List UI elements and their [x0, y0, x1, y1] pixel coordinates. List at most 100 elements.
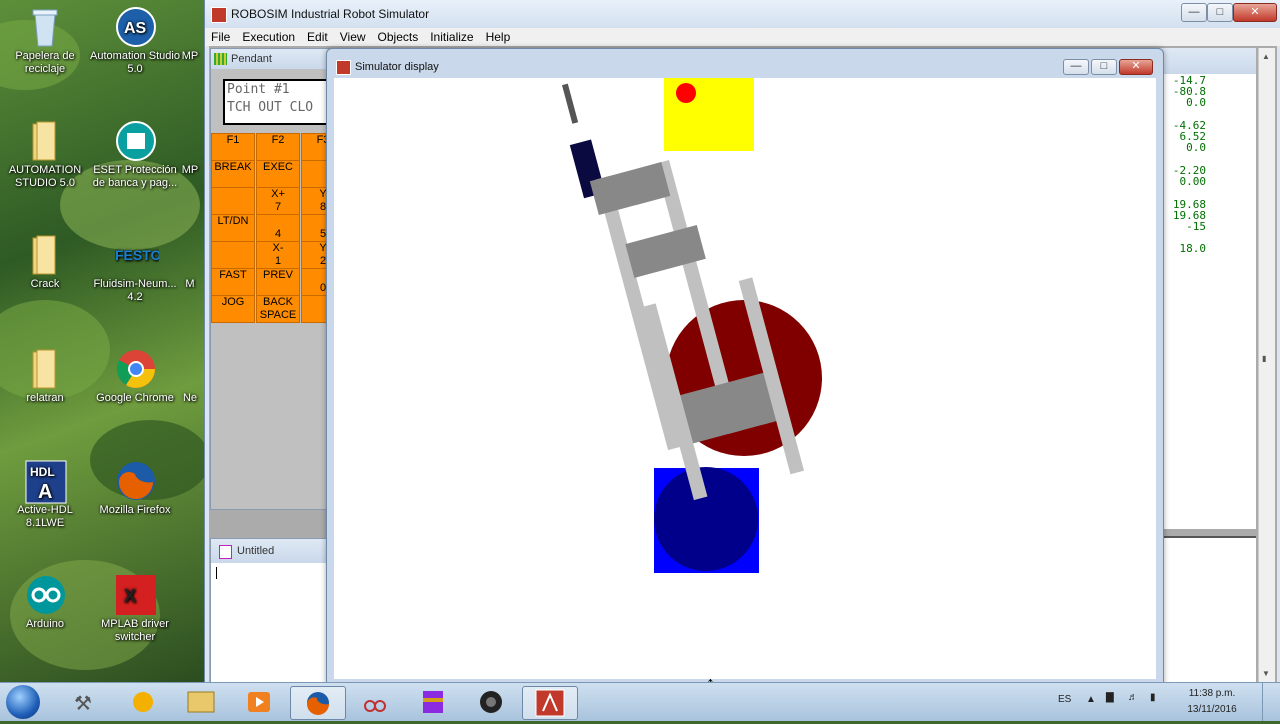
- menu-file[interactable]: File: [205, 28, 236, 44]
- key-4[interactable]: 4: [256, 214, 300, 242]
- clock-date[interactable]: 13/11/2016: [1178, 704, 1246, 715]
- key-f1[interactable]: F1: [211, 133, 255, 161]
- desktop-icon-fluidsim[interactable]: FESTO Fluidsim-Neum... 4.2: [90, 234, 180, 304]
- desktop-icon-arduino[interactable]: Arduino: [0, 574, 90, 631]
- minimize-button[interactable]: —: [1181, 3, 1207, 22]
- clock-time[interactable]: 11:38 p.m.: [1178, 688, 1246, 699]
- simulator-canvas[interactable]: [334, 78, 1156, 679]
- taskbar-item-media[interactable]: [232, 686, 286, 718]
- desktop-icon-relatran[interactable]: relatran: [0, 348, 90, 405]
- icon-label: Fluidsim-Neum... 4.2: [93, 278, 177, 303]
- untitled-text-area[interactable]: [211, 567, 329, 677]
- maximize-button[interactable]: □: [1207, 3, 1233, 22]
- desktop-icon-firefox[interactable]: Mozilla Firefox: [90, 460, 180, 517]
- folder-icon: [25, 348, 65, 389]
- mplab-icon: [180, 6, 200, 46]
- key-blank-3[interactable]: [211, 241, 255, 269]
- show-desktop-button[interactable]: [1262, 683, 1279, 721]
- desktop-icon-active-hdl[interactable]: HDL A Active-HDL 8.1LWE: [0, 460, 90, 530]
- recycle-bin-icon: [25, 6, 65, 47]
- untitled-title-bar[interactable]: Untitled: [211, 539, 329, 563]
- key-backspace[interactable]: BACK SPACE: [256, 295, 300, 323]
- sim-minimize-button[interactable]: —: [1063, 59, 1089, 75]
- taskbar-item-explorer[interactable]: [174, 686, 228, 718]
- simulator-title: Simulator display: [355, 61, 439, 73]
- key-f2[interactable]: F2: [256, 133, 300, 161]
- desktop-icon-recycle-bin[interactable]: Papelera de reciclaje: [0, 6, 90, 76]
- taskbar-item-app-orange[interactable]: [116, 686, 170, 718]
- taskbar-item-snipping[interactable]: [348, 686, 402, 718]
- icon-label: MP: [181, 164, 199, 176]
- key-x-minus-1[interactable]: X- 1: [256, 241, 300, 269]
- desktop-icon-mplab-driver[interactable]: X MPLAB driver switcher: [90, 574, 180, 644]
- key-prev[interactable]: PREV: [256, 268, 300, 296]
- icon-label: AUTOMATION STUDIO 5.0: [8, 164, 82, 189]
- pendant-title: Pendant: [231, 53, 272, 65]
- menu-view[interactable]: View: [334, 28, 372, 44]
- chrome-icon: [115, 348, 155, 388]
- pendant-title-bar[interactable]: Pendant: [211, 49, 329, 69]
- simulator-app-icon: [336, 60, 351, 75]
- language-indicator[interactable]: ES: [1058, 694, 1071, 705]
- desktop-icon-chrome[interactable]: Google Chrome: [90, 348, 180, 405]
- menu-execution[interactable]: Execution: [236, 28, 301, 44]
- menu-objects[interactable]: Objects: [372, 28, 425, 44]
- taskbar-item-firefox[interactable]: [290, 686, 346, 720]
- menu-edit[interactable]: Edit: [301, 28, 334, 44]
- hdl-icon: HDL A: [25, 460, 67, 504]
- key-jog[interactable]: JOG: [211, 295, 255, 323]
- readout-value: 0.0: [1186, 141, 1206, 154]
- key-exec[interactable]: EXEC: [256, 160, 300, 188]
- main-window-title: ROBOSIM Industrial Robot Simulator: [231, 7, 430, 21]
- key-blank-2[interactable]: [211, 187, 255, 215]
- taskbar-item-obs[interactable]: [464, 686, 518, 718]
- desktop-icon-ne[interactable]: Ne: [170, 348, 205, 405]
- key-x-plus-7[interactable]: X+ 7: [256, 187, 300, 215]
- robot-scene: [561, 78, 822, 573]
- desktop-icon-crack[interactable]: Crack: [0, 234, 90, 291]
- key-break[interactable]: BREAK: [211, 160, 255, 188]
- desktop-icon-mp[interactable]: MP: [170, 6, 205, 63]
- simulator-title-bar[interactable]: Simulator display — □ ✕: [327, 49, 1163, 77]
- app-icon: [180, 234, 200, 274]
- taskbar-item-winrar[interactable]: [406, 686, 460, 718]
- desktop-icon-eset[interactable]: ESET Protección de banca y pag...: [90, 120, 180, 190]
- scroll-down-icon[interactable]: ▼: [1262, 669, 1270, 678]
- app-icon: [180, 348, 200, 388]
- icon-label: relatran: [26, 392, 64, 404]
- system-tray: ES ▲ ▇ ♬ ▮ 11:38 p.m. 13/11/2016: [1050, 683, 1280, 721]
- scroll-up-icon[interactable]: ▲: [1262, 52, 1270, 61]
- key-fast[interactable]: FAST: [211, 268, 255, 296]
- start-button-icon[interactable]: [6, 685, 40, 719]
- main-title-bar[interactable]: ROBOSIM Industrial Robot Simulator — □ ✕: [205, 0, 1280, 28]
- close-button[interactable]: ✕: [1233, 3, 1277, 22]
- simulator-display-window: Simulator display — □ ✕: [326, 48, 1164, 686]
- tray-expand-icon[interactable]: ▲: [1086, 694, 1096, 705]
- sim-close-button[interactable]: ✕: [1119, 59, 1153, 75]
- svg-text:X: X: [124, 586, 136, 606]
- mplab-driver-icon: X: [115, 574, 156, 615]
- svg-text:FESTO: FESTO: [115, 247, 159, 263]
- festo-icon: FESTO: [115, 234, 162, 274]
- icon-label: Arduino: [26, 618, 64, 630]
- battery-icon[interactable]: ▮: [1150, 692, 1156, 703]
- volume-icon[interactable]: ♬: [1128, 692, 1138, 703]
- desktop-icon-automation-folder[interactable]: AUTOMATION STUDIO 5.0: [0, 120, 90, 190]
- scroll-thumb-icon[interactable]: ▮: [1262, 354, 1266, 363]
- blue-block-circle: [654, 467, 758, 571]
- sim-maximize-button[interactable]: □: [1091, 59, 1117, 75]
- automation-studio-icon: AS: [115, 6, 156, 47]
- menu-initialize[interactable]: Initialize: [424, 28, 479, 44]
- desktop-icon-automation-studio[interactable]: AS Automation Studio 5.0: [90, 6, 180, 76]
- taskbar-item-robosim[interactable]: [522, 686, 578, 720]
- vertical-scrollbar[interactable]: ▲ ▮ ▼: [1258, 48, 1275, 682]
- pendant-lcd-display: Point #1 TCH OUT CLO: [223, 79, 329, 125]
- desktop-icon-m[interactable]: M: [170, 234, 205, 291]
- taskbar-item-robot-tool[interactable]: ⚒: [58, 686, 112, 718]
- menu-help[interactable]: Help: [480, 28, 517, 44]
- untitled-window: Untitled: [210, 538, 330, 684]
- desktop-icon-mp2[interactable]: MP: [170, 120, 205, 177]
- network-icon[interactable]: ▇: [1106, 692, 1114, 703]
- mplab-icon: [180, 120, 200, 160]
- key-lt-dn[interactable]: LT/DN: [211, 214, 255, 242]
